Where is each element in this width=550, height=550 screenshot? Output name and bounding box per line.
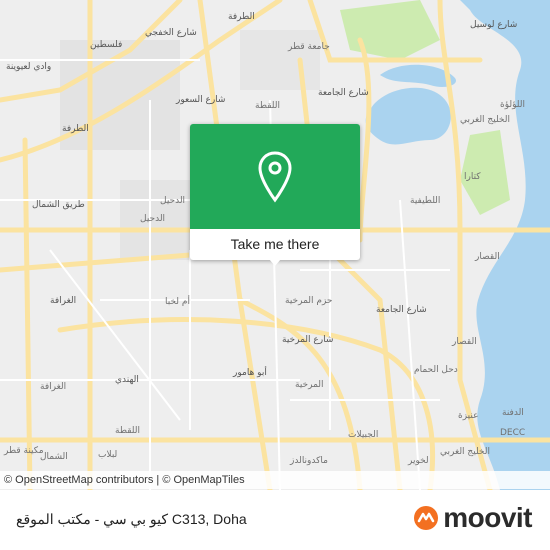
openmaptiles-attribution-link[interactable]: © OpenMapTiles <box>162 474 244 486</box>
map-label: شارع المرخية <box>282 335 334 345</box>
map-label: فلسطين <box>90 40 123 50</box>
map-label: وادي لعيوينة <box>6 62 52 72</box>
map-label: شارع السعور <box>176 95 226 105</box>
map-label: DECC <box>500 428 526 438</box>
map-label: الغرافة <box>50 296 77 306</box>
map-label: كتارا <box>464 172 481 182</box>
map-canvas[interactable]: الطرفة شارع الخفجي فلسطين وادي لعيوينة ج… <box>0 0 550 490</box>
map-label: الهندي <box>115 375 139 385</box>
map-label: الدحيل <box>140 214 166 224</box>
moovit-logo[interactable]: moovit <box>413 502 532 534</box>
map-label: اللقطة <box>115 426 140 436</box>
map-label: لخوير <box>408 456 429 466</box>
map-label: شارع لوسيل <box>470 20 518 30</box>
map-label: الدحيل <box>160 196 186 206</box>
map-label: اللؤلؤة <box>500 100 525 110</box>
take-me-there-button[interactable]: Take me there <box>190 229 360 260</box>
popup-pointer <box>269 259 281 266</box>
map-label: أبو هامور <box>233 368 267 378</box>
attribution-separator: | <box>153 474 163 486</box>
map-label: حزم المرخية <box>285 296 333 306</box>
map-label: المرخية <box>295 380 324 390</box>
moovit-logo-icon <box>414 506 439 530</box>
location-pin-icon <box>258 151 292 203</box>
map-label: الغرافة <box>40 382 67 392</box>
map-label: الطرفة <box>62 124 89 134</box>
map-label: الجبيلات <box>348 430 379 440</box>
map-label: القصار <box>475 252 500 262</box>
map-attribution: © OpenStreetMap contributors | © OpenMap… <box>0 471 550 489</box>
map-label: اللطيفية <box>410 196 441 206</box>
moovit-logo-text: moovit <box>443 502 532 533</box>
map-label: الشمال <box>40 452 68 462</box>
map-label: أم لخبا <box>165 297 190 307</box>
map-label: عنيزة <box>458 411 479 421</box>
location-title: كيو بي سي - مكتب الموقع C313, Doha <box>16 511 247 527</box>
map-label: شارع الجامعة <box>376 305 427 315</box>
location-popup[interactable]: Take me there <box>190 124 360 266</box>
map-label: طريق الشمال <box>32 200 85 210</box>
map-label: الدفنة <box>502 408 524 418</box>
map-label: مكينة قطر <box>4 446 44 456</box>
map-label: الطرفة <box>228 12 255 22</box>
map-label: الخليج الغربي <box>440 447 490 457</box>
map-label: دحل الحمام <box>414 365 458 375</box>
map-label: جامعة قطر <box>288 42 330 52</box>
map-label: اللقطة <box>255 101 280 111</box>
footer-bar: كيو بي سي - مكتب الموقع C313, Doha moovi… <box>0 490 550 550</box>
map-label: لبلاب <box>98 450 118 460</box>
map-label: الخليج الغربي <box>460 115 510 125</box>
osm-attribution-link[interactable]: © OpenStreetMap contributors <box>4 474 153 486</box>
map-label: ماكدونالدز <box>290 456 328 466</box>
location-popup-header <box>190 124 360 229</box>
map-label: شارع الجامعة <box>318 88 369 98</box>
map-label: شارع الخفجي <box>145 28 197 38</box>
map-label: القصار <box>452 337 477 347</box>
